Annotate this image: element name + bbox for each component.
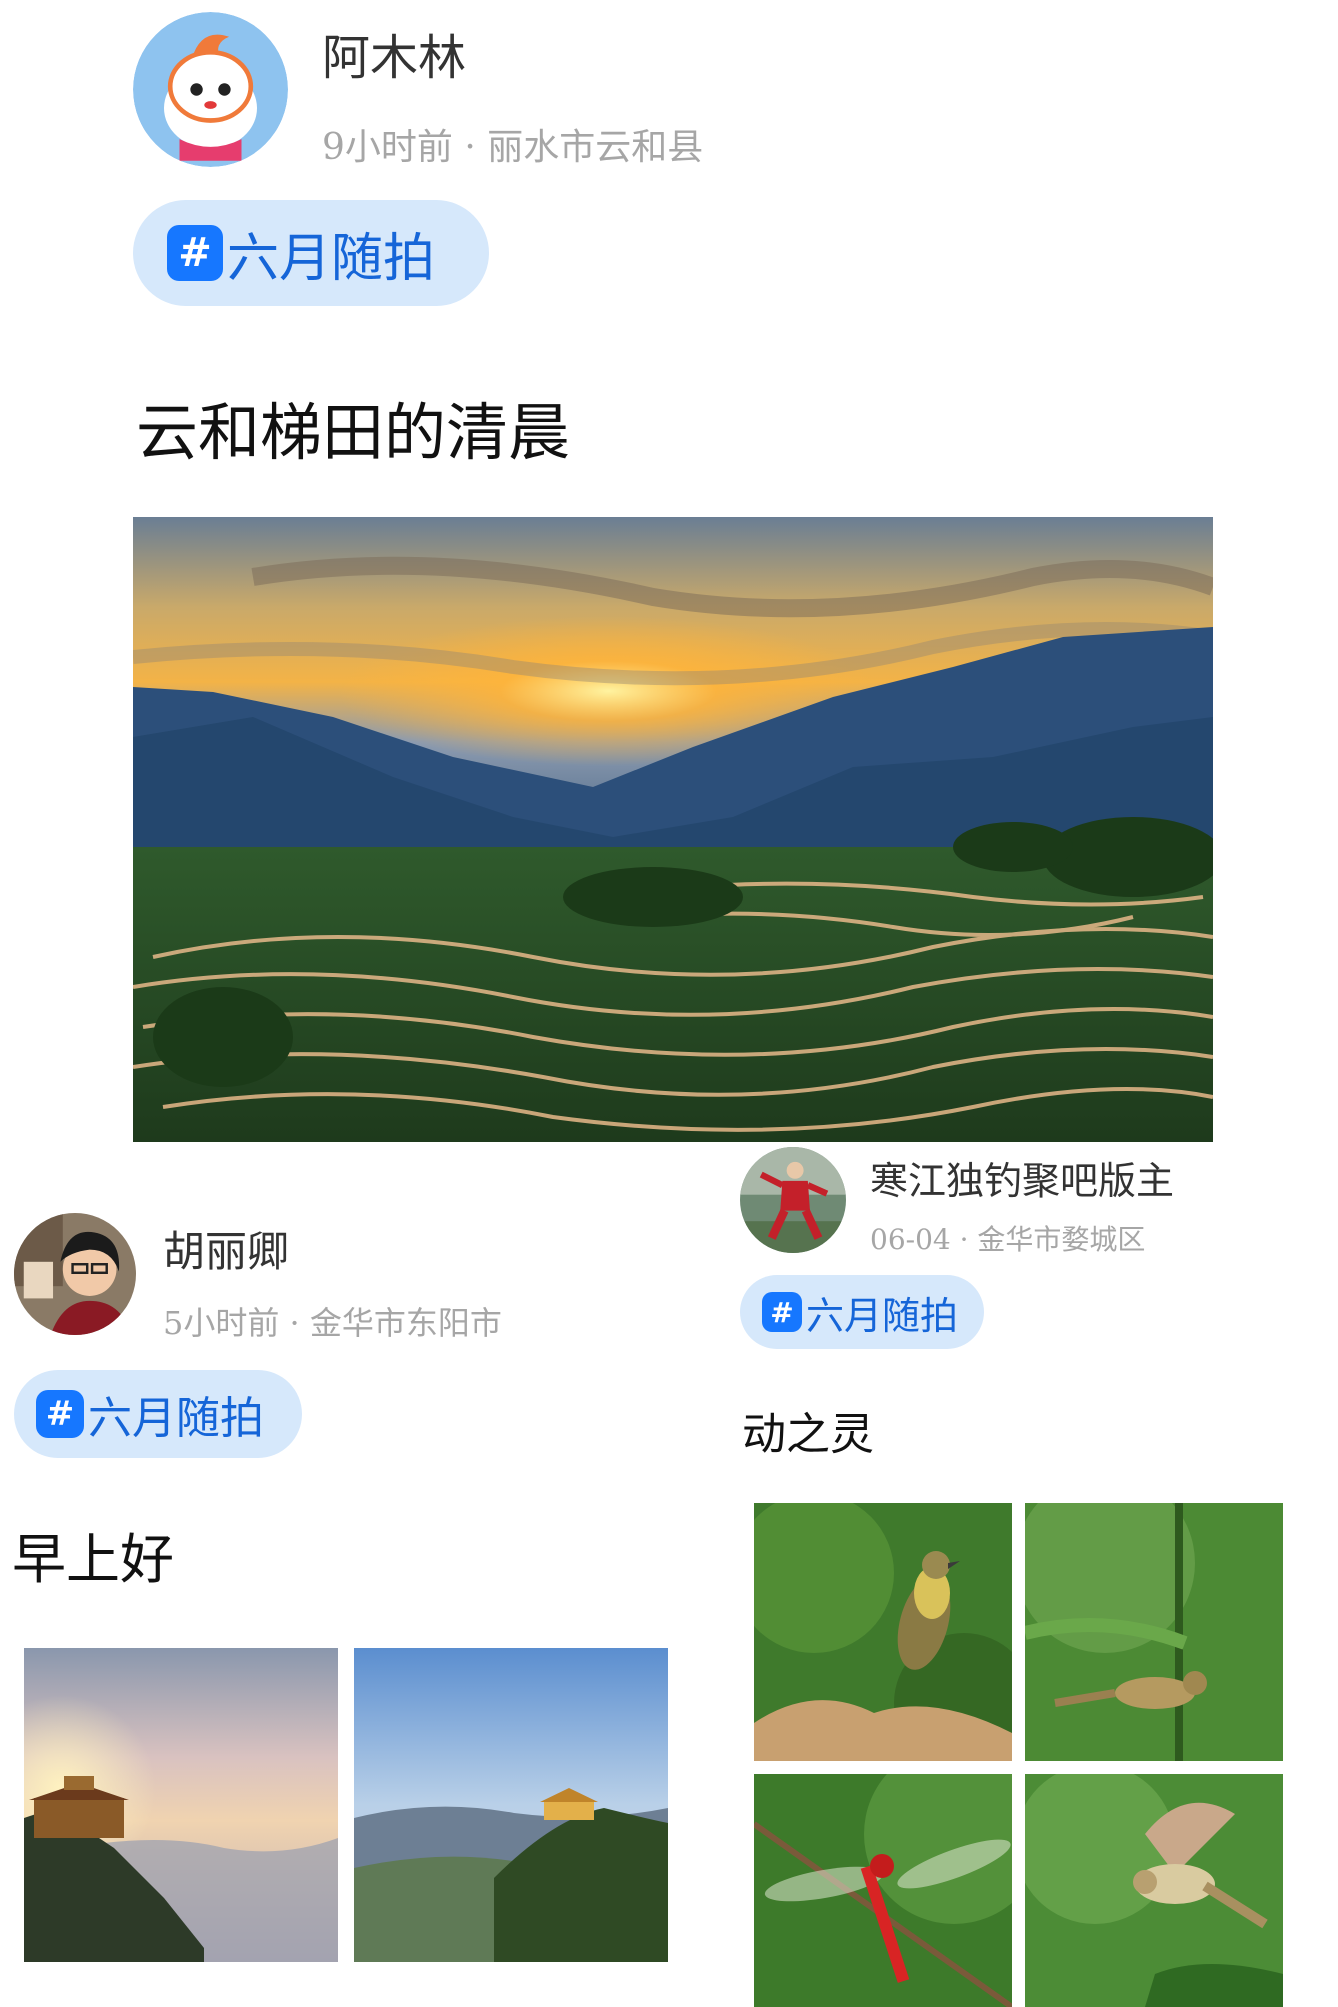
post-meta: 9小时前 · 丽水市云和县 bbox=[322, 127, 704, 168]
hashtag-icon: # bbox=[762, 1292, 802, 1332]
post-photo[interactable] bbox=[1025, 1774, 1283, 2007]
topic-tag-label: 六月随拍 bbox=[88, 1393, 264, 1444]
post-photo[interactable] bbox=[133, 517, 1213, 1142]
post-title: 动之灵 bbox=[742, 1409, 874, 1460]
mountain-temple-sunrise-image bbox=[24, 1648, 338, 1962]
user-photo-avatar-icon bbox=[14, 1213, 136, 1335]
avatar[interactable] bbox=[133, 12, 288, 167]
red-dragonfly-image bbox=[754, 1774, 1012, 2007]
user-photo-avatar-icon bbox=[740, 1147, 846, 1253]
author-name[interactable]: 寒江独钓聚吧版主 bbox=[870, 1150, 1174, 1205]
author-name[interactable]: 阿木林 bbox=[322, 18, 466, 88]
post-title: 早上好 bbox=[12, 1528, 174, 1591]
author-name[interactable]: 胡丽卿 bbox=[163, 1218, 289, 1279]
bird-on-stem-image bbox=[1025, 1503, 1283, 1761]
avatar[interactable] bbox=[740, 1147, 846, 1253]
topic-tag[interactable]: # 六月随拍 bbox=[14, 1370, 302, 1458]
post-meta: 5小时前 · 金华市东阳市 bbox=[163, 1304, 502, 1342]
post-meta: 06-04 · 金华市婺城区 bbox=[870, 1223, 1146, 1256]
post-photo[interactable] bbox=[1025, 1503, 1283, 1761]
post-photo[interactable] bbox=[24, 1648, 338, 1962]
mascot-avatar-icon bbox=[133, 12, 288, 167]
post-photo[interactable] bbox=[754, 1503, 1012, 1761]
bird-on-plant-image bbox=[754, 1503, 1012, 1761]
hashtag-icon: # bbox=[167, 225, 223, 281]
topic-tag-label: 六月随拍 bbox=[227, 228, 436, 289]
hashtag-icon: # bbox=[36, 1390, 84, 1438]
post-photo[interactable] bbox=[354, 1648, 668, 1962]
topic-tag[interactable]: # 六月随拍 bbox=[133, 200, 489, 306]
bird-spreading-wings-image bbox=[1025, 1774, 1283, 2007]
terraced-fields-sunrise-image bbox=[133, 517, 1213, 1142]
post-photo[interactable] bbox=[754, 1774, 1012, 2007]
topic-tag[interactable]: # 六月随拍 bbox=[740, 1275, 984, 1349]
hilltop-temple-valley-image bbox=[354, 1648, 668, 1962]
avatar[interactable] bbox=[14, 1213, 136, 1335]
post-title: 云和梯田的清晨 bbox=[136, 396, 571, 469]
topic-tag-label: 六月随拍 bbox=[806, 1293, 959, 1338]
